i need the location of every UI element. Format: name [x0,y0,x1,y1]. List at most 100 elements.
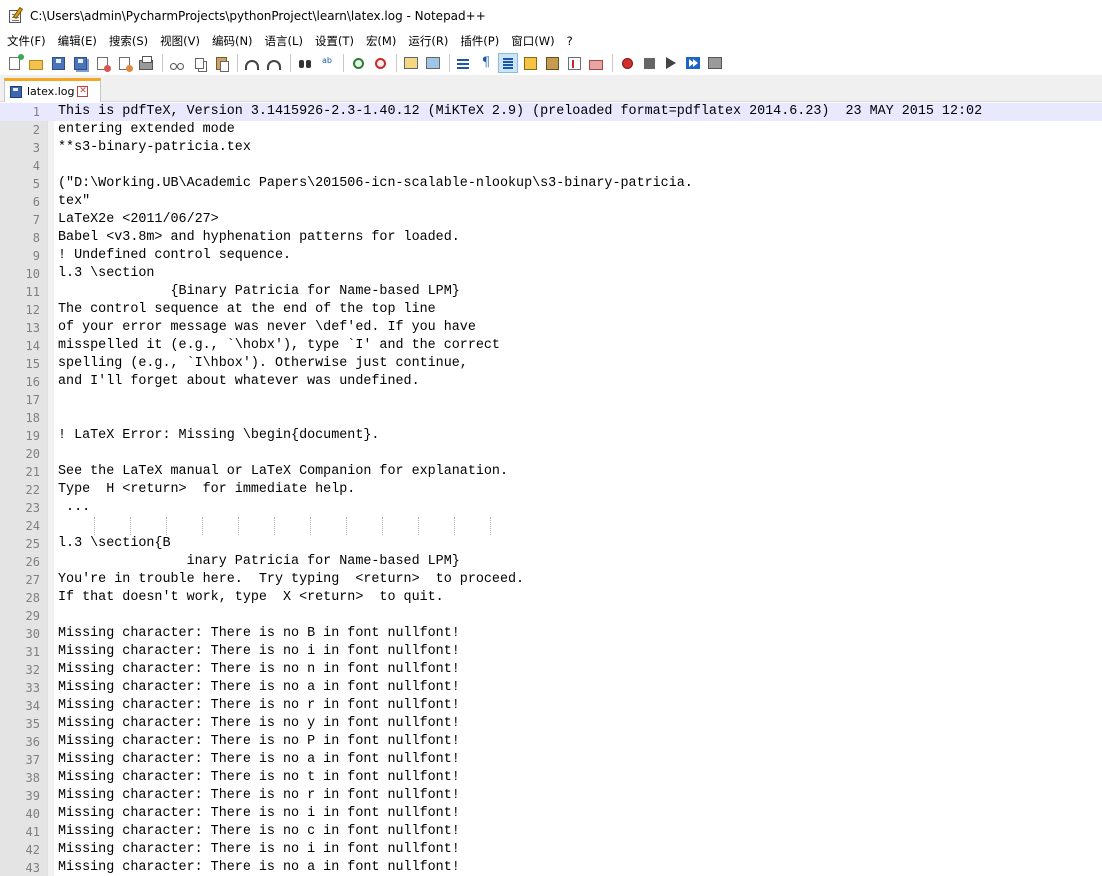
record-macro-icon [621,57,633,69]
editor-line[interactable]: 18 [0,409,1102,427]
folder-as-workspace-button[interactable] [586,53,606,73]
function-list-button[interactable] [564,53,584,73]
zoom-out-button[interactable] [370,53,390,73]
editor-line[interactable]: 14 misspelled it (e.g., `\hobx'), type `I… [0,337,1102,355]
record-macro-button[interactable] [617,53,637,73]
editor-line[interactable]: 33 Missing character: There is no a in fo… [0,679,1102,697]
close-button[interactable] [92,53,112,73]
print-button[interactable] [136,53,156,73]
menu-encoding[interactable]: 编码(N) [205,32,258,50]
line-text: Missing character: There is no r in font… [58,788,460,803]
editor-line[interactable]: 11 {Binary Patricia for Name-based LPM} [0,283,1102,301]
editor-line[interactable]: 43 Missing character: There is no a in fo… [0,859,1102,876]
menu-file[interactable]: 文件(F) [0,32,51,50]
editor-line[interactable]: 17 [0,391,1102,409]
line-number: 1 [32,105,40,119]
menu-settings[interactable]: 设置(T) [308,32,359,50]
menu-plugins[interactable]: 插件(P) [453,32,504,50]
paste-button[interactable] [211,53,231,73]
editor-line[interactable]: 9 ! Undefined control sequence. [0,247,1102,265]
editor-line[interactable]: 37 Missing character: There is no a in fo… [0,751,1102,769]
line-number: 25 [25,537,40,551]
close-all-button[interactable] [114,53,134,73]
editor-line[interactable]: 10 l.3 \section [0,265,1102,283]
editor-line[interactable]: 41 Missing character: There is no c in fo… [0,823,1102,841]
word-wrap-button[interactable] [454,53,474,73]
sync-horizontal-button[interactable] [423,53,443,73]
editor-line[interactable]: 15 spelling (e.g., `I\hbox'). Otherwise j… [0,355,1102,373]
editor-line[interactable]: 38 Missing character: There is no t in fo… [0,769,1102,787]
line-number: 35 [25,717,40,731]
line-text: See the LaTeX manual or LaTeX Companion … [58,464,508,479]
editor-line[interactable]: 13 of your error message was never \def'e… [0,319,1102,337]
editor-line[interactable]: 2 entering extended mode [0,121,1102,139]
show-all-characters-button[interactable]: ¶ [476,53,496,73]
menu-macro[interactable]: 宏(M) [359,32,401,50]
editor-line[interactable]: 34 Missing character: There is no r in fo… [0,697,1102,715]
editor-line[interactable]: 12 The control sequence at the end of the… [0,301,1102,319]
editor-line[interactable]: 39 Missing character: There is no r in fo… [0,787,1102,805]
editor-line[interactable]: 7 LaTeX2e <2011/06/27> [0,211,1102,229]
editor-line[interactable]: 5 ("D:\Working.UB\Academic Papers\201506-… [0,175,1102,193]
save-button[interactable] [48,53,68,73]
run-macro-multiple-button[interactable] [683,53,703,73]
sync-vertical-button[interactable] [401,53,421,73]
indent-guide [454,517,455,535]
editor-line[interactable]: 25 l.3 \section{B [0,535,1102,553]
menu-window[interactable]: 窗口(W) [504,32,559,50]
editor-line[interactable]: 27 You're in trouble here. Try typing <re… [0,571,1102,589]
copy-icon [194,57,204,69]
playback-macro-button[interactable] [661,53,681,73]
save-macro-button[interactable] [705,53,725,73]
editor-line[interactable]: 42 Missing character: There is no i in fo… [0,841,1102,859]
stop-recording-button[interactable] [639,53,659,73]
editor-line[interactable]: 24 [0,517,1102,535]
user-language-button[interactable] [520,53,540,73]
notepad-plus-plus-app-icon[interactable] [8,6,24,24]
editor-line[interactable]: 1 This is pdfTeX, Version 3.1415926-2.3-1… [0,103,1102,121]
document-map-button[interactable] [542,53,562,73]
editor-line[interactable]: 20 [0,445,1102,463]
tab-close-icon[interactable]: ✕ [77,86,89,97]
editor-line[interactable]: 3 **s3-binary-patricia.tex [0,139,1102,157]
editor-line[interactable]: 26 inary Patricia for Name-based LPM} [0,553,1102,571]
text-editor[interactable]: 1 This is pdfTeX, Version 3.1415926-2.3-1… [0,103,1102,876]
copy-button[interactable] [189,53,209,73]
open-file-button[interactable] [26,53,46,73]
editor-line[interactable]: 36 Missing character: There is no P in fo… [0,733,1102,751]
editor-line[interactable]: 19 ! LaTeX Error: Missing \begin{document… [0,427,1102,445]
zoom-in-button[interactable] [348,53,368,73]
editor-line[interactable]: 8 Babel <v3.8m> and hyphenation patterns … [0,229,1102,247]
new-file-icon [8,53,24,70]
editor-line[interactable]: 40 Missing character: There is no i in fo… [0,805,1102,823]
editor-line[interactable]: 16 and I'll forget about whatever was und… [0,373,1102,391]
editor-line[interactable]: 31 Missing character: There is no i in fo… [0,643,1102,661]
save-all-button[interactable] [70,53,90,73]
cut-button[interactable] [167,53,187,73]
menu-language[interactable]: 语言(L) [258,32,308,50]
editor-line[interactable]: 35 Missing character: There is no y in fo… [0,715,1102,733]
tab-latex-log[interactable]: latex.log ✕ [4,78,101,102]
editor-line[interactable]: 4 [0,157,1102,175]
menu-view[interactable]: 视图(V) [153,32,205,50]
editor-line[interactable]: 23 ... [0,499,1102,517]
editor-line[interactable]: 22 Type H <return> for immediate help. [0,481,1102,499]
redo-button[interactable] [264,53,284,73]
editor-line[interactable]: 30 Missing character: There is no B in fo… [0,625,1102,643]
undo-button[interactable] [242,53,262,73]
indent-guide-button[interactable] [498,53,518,73]
menu-search[interactable]: 搜索(S) [102,32,153,50]
editor-line[interactable]: 28 If that doesn't work, type X <return> … [0,589,1102,607]
find-button[interactable] [295,53,315,73]
sync-vertical-icon [404,57,418,69]
editor-line[interactable]: 6 tex" [0,193,1102,211]
editor-line[interactable]: 29 [0,607,1102,625]
menu-help[interactable]: ? [560,32,578,50]
editor-line[interactable]: 32 Missing character: There is no n in fo… [0,661,1102,679]
new-file-button[interactable] [4,53,24,73]
replace-button[interactable] [317,53,337,73]
menu-edit[interactable]: 编辑(E) [51,32,102,50]
editor-line[interactable]: 21 See the LaTeX manual or LaTeX Companio… [0,463,1102,481]
saved-file-icon [10,85,22,98]
menu-run[interactable]: 运行(R) [401,32,453,50]
